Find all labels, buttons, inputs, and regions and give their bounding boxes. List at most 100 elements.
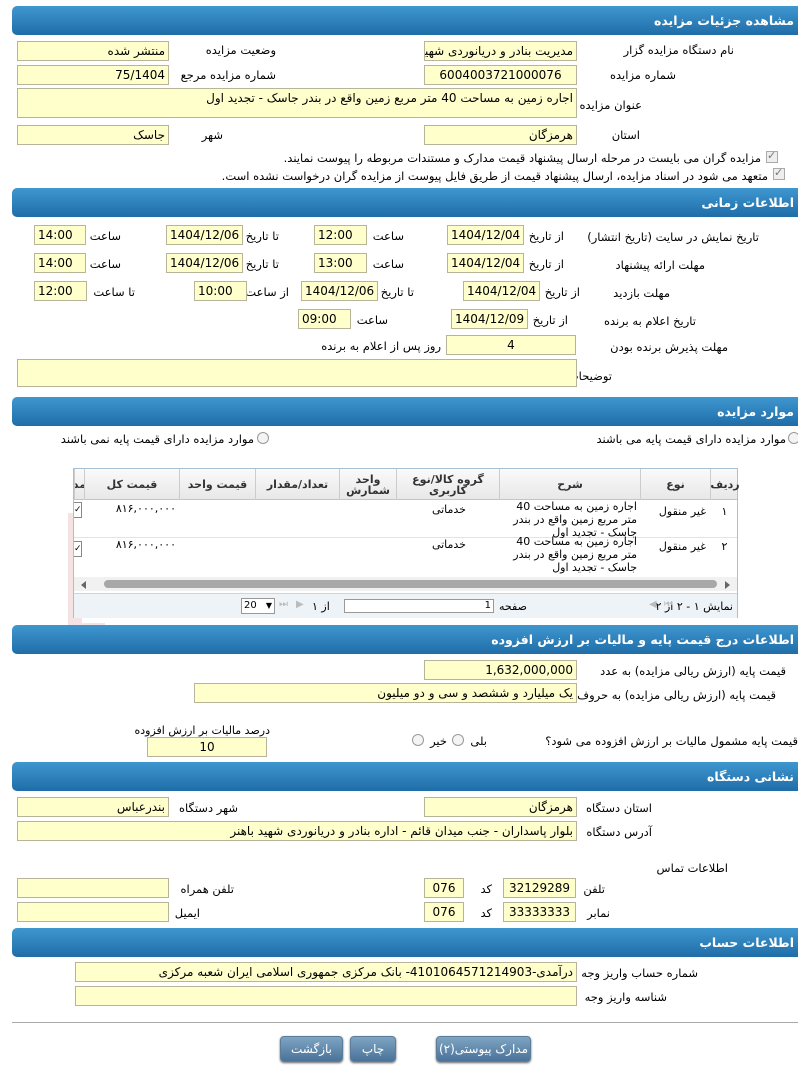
org-address-label: آدرس دستگاه xyxy=(586,825,652,839)
cell-group: خدماتی xyxy=(431,503,466,516)
phone-label: تلفن xyxy=(583,882,605,896)
mobile-label: تلفن همراه xyxy=(180,882,234,896)
vat-yes-label: بلی xyxy=(470,734,487,748)
prev-page-icon[interactable]: ◀ xyxy=(649,599,657,610)
section-header-price: اطلاعات درج قیمت پایه و مالیات بر ارزش ا… xyxy=(12,625,798,654)
time-label: ساعت xyxy=(372,229,404,243)
col-unit-price: قیمت واحد xyxy=(179,469,255,500)
horizontal-scrollbar[interactable] xyxy=(74,577,737,591)
section-header-account: اطلاعات حساب xyxy=(12,928,798,957)
vat-no-label: خیر xyxy=(430,734,447,748)
visit-deadline-label: مهلت بازدید xyxy=(613,286,670,300)
commit-text: متعهد می شود در اسناد مزایده، ارسال پیشن… xyxy=(221,169,768,183)
announce-date: 1404/12/09 xyxy=(451,309,528,329)
publish-from-time: 12:00 xyxy=(314,225,367,245)
section-header-address: نشانی دستگاه xyxy=(12,762,798,791)
visit-from-date: 1404/12/04 xyxy=(463,281,540,301)
page-size-select[interactable]: 20 ▼ xyxy=(241,598,275,614)
visit-to-time: 12:00 xyxy=(34,281,87,301)
cell-row: ۱ xyxy=(721,505,728,518)
code-label: کد xyxy=(480,906,492,920)
table-header: ردیف نوع شرح گروه کالا/نوع کاربری واحد ش… xyxy=(74,469,740,500)
table-row[interactable]: ۱ غیر منقول اجاره زمین به مساحت 40 متر م… xyxy=(74,500,737,538)
acceptance-suffix: روز پس از اعلام به برنده xyxy=(321,339,441,353)
row-detail-button[interactable]: ✓ xyxy=(74,541,82,557)
page-input[interactable]: 1 xyxy=(344,599,494,613)
announce-time: 09:00 xyxy=(298,309,351,329)
payment-id-label: شناسه واریز وجه xyxy=(584,990,667,1004)
section-title: نشانی دستگاه xyxy=(707,769,794,784)
table-row[interactable]: ۲ غیر منقول اجاره زمین به مساحت 40 متر م… xyxy=(74,535,737,576)
publish-from-date: 1404/12/04 xyxy=(447,225,524,245)
row-detail-button[interactable]: ✓ xyxy=(74,502,82,518)
next-page-icon[interactable]: ▶ xyxy=(296,599,304,610)
time-label: ساعت xyxy=(356,313,388,327)
account-number-field: درآمدی-4101064571214903- بانک مرکزی جمهو… xyxy=(75,962,577,982)
offer-from-date: 1404/12/04 xyxy=(447,253,524,273)
vat-yes-radio[interactable] xyxy=(452,734,464,746)
email-field xyxy=(17,902,169,922)
time-label: ساعت xyxy=(89,229,121,243)
org-address-field: بلوار پاسداران - جنب میدان قائم - اداره … xyxy=(17,821,577,841)
page-label: صفحه xyxy=(499,600,527,613)
from-date-label: از تاریخ xyxy=(544,285,580,299)
to-date-label: تا تاریخ xyxy=(245,257,279,271)
offer-to-time: 14:00 xyxy=(34,253,86,273)
divider xyxy=(12,1022,798,1023)
chevron-down-icon: ▼ xyxy=(265,601,272,610)
cell-total: ۸۱۶,۰۰۰,۰۰۰ xyxy=(115,502,176,515)
last-page-icon[interactable]: ⏭ xyxy=(279,599,288,610)
org-city-field: بندرعباس xyxy=(17,797,169,817)
fax-label: نمابر xyxy=(587,906,610,920)
time-label: ساعت xyxy=(89,257,121,271)
to-date-label: تا تاریخ xyxy=(380,285,414,299)
section-title: اطلاعات زمانی xyxy=(701,195,794,210)
cell-type: غیر منقول xyxy=(658,505,706,518)
col-desc: شرح xyxy=(499,469,640,500)
back-button[interactable]: بازگشت xyxy=(280,1036,343,1062)
no-base-price-label: موارد مزایده دارای قیمت پایه نمی باشند xyxy=(60,432,254,446)
commit-checkbox[interactable] xyxy=(773,166,785,180)
province-label: استان xyxy=(611,128,640,142)
province-field: هرمزگان xyxy=(424,125,577,145)
account-number-label: شماره حساب واریز وجه xyxy=(581,966,698,980)
to-date-label: تا تاریخ xyxy=(245,229,279,243)
acceptance-deadline-label: مهلت پذیرش برنده بودن xyxy=(610,340,728,354)
city-field: جاسک xyxy=(17,125,169,145)
to-time-label: تا ساعت xyxy=(93,285,135,299)
has-base-price-radio[interactable] xyxy=(788,432,798,444)
publish-label: تاریخ نمایش در سایت (تاریخ انتشار) xyxy=(587,230,759,244)
attach-docs-checkbox[interactable] xyxy=(766,149,778,163)
cell-total: ۸۱۶,۰۰۰,۰۰۰ xyxy=(115,538,176,551)
mobile-field xyxy=(17,878,169,898)
from-date-label: از تاریخ xyxy=(528,229,564,243)
cell-desc: اجاره زمین به مساحت 40 متر مربع زمین واق… xyxy=(513,500,637,538)
ref-label: شماره مزایده مرجع xyxy=(180,68,276,82)
no-base-price-radio[interactable] xyxy=(257,432,269,444)
number-field: 6004003721000076 xyxy=(424,65,577,85)
base-num-field: 1,632,000,000 xyxy=(424,660,577,680)
code-label: کد xyxy=(480,882,492,896)
attached-docs-button[interactable]: مدارک پیوستی(۲) xyxy=(436,1036,531,1062)
page-of: از ۱ xyxy=(312,600,330,613)
status-field: منتشر شده xyxy=(17,41,169,61)
section-header-items: موارد مزایده xyxy=(12,397,798,426)
section-title: اطلاعات درج قیمت پایه و مالیات بر ارزش ا… xyxy=(491,632,794,647)
pager: نمایش ۱ - ۲ از ۲ ⏮ ◀ صفحه 1 از ۱ ▶ ⏭ 20 ▼ xyxy=(74,593,737,618)
org-label: نام دستگاه مزایده گزار xyxy=(623,43,734,57)
from-date-label: از تاریخ xyxy=(532,313,568,327)
scrollbar-thumb[interactable] xyxy=(104,580,717,588)
vat-no-radio[interactable] xyxy=(412,734,424,746)
visit-to-date: 1404/12/06 xyxy=(301,281,378,301)
city-label: شهر xyxy=(201,128,223,142)
print-button[interactable]: چاپ xyxy=(350,1036,396,1062)
base-words-field: یک میلیارد و ششصد و سی و دو میلیون xyxy=(194,683,577,703)
org-field: مدیریت بنادر و دریانوردی شهید باهنر xyxy=(424,41,577,61)
publish-to-time: 14:00 xyxy=(34,225,86,245)
fax-field: 33333333 xyxy=(503,902,576,922)
first-page-icon[interactable]: ⏮ xyxy=(664,599,673,610)
col-qty: تعداد/مقدار xyxy=(255,469,339,500)
ref-field: 75/1404 xyxy=(17,65,169,85)
contact-label: اطلاعات تماس xyxy=(656,861,728,875)
winner-announce-label: تاریخ اعلام به برنده xyxy=(603,314,696,328)
